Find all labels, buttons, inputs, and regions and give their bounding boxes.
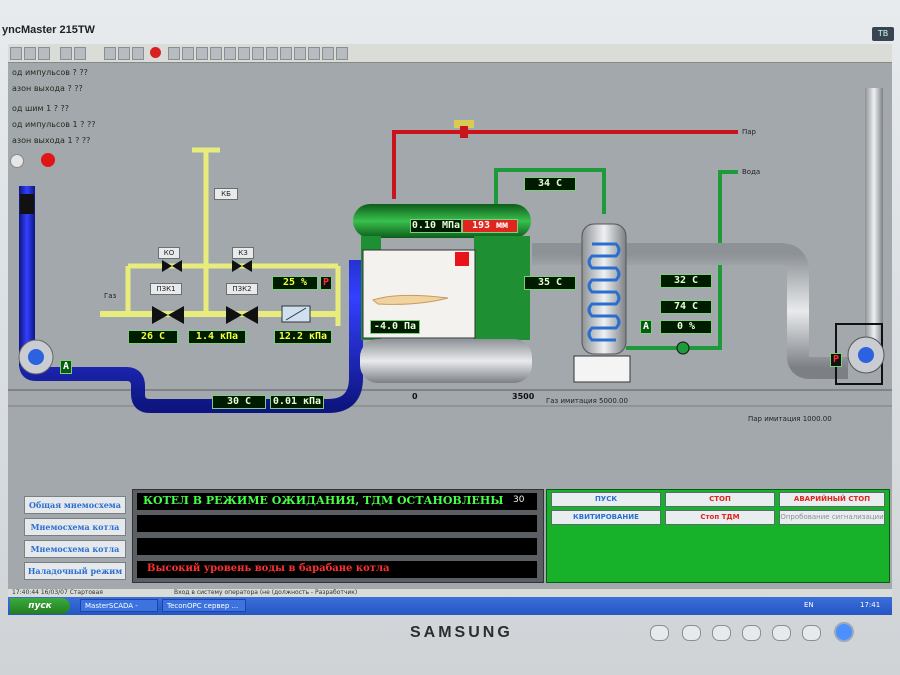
pump-mode-indicator[interactable]: А [60,360,72,374]
gas-simulation-label: Газ имитация 5000.00 [546,397,628,405]
message-alarm: Высокий уровень воды в барабане котла [147,563,390,574]
taskbar: пуск MasterSCADA - [Мне... TeconOPC серв… [8,597,892,615]
smoke-exhauster-rotor [858,347,874,363]
task-teconopc[interactable]: TeconOPC сервер ... [162,599,246,612]
furnace-alarm-indicator [455,252,469,266]
water-temp-value: 30 C [212,395,266,409]
monitor-badge: TB [872,27,894,41]
language-indicator[interactable]: EN [804,601,814,609]
water-valve-mode[interactable]: А [640,320,652,334]
nav-boiler2-button[interactable]: Мнемосхема котла №2 [24,518,126,548]
ko-valve [162,260,172,272]
start-button[interactable]: ПУСК [551,492,661,507]
nav-boiler3-button[interactable]: Мнемосхема котла №3 [24,540,126,570]
kz-tag: КЗ [232,247,254,259]
pzk2-tag: ПЗК2 [226,283,258,295]
message-code: 30 [513,495,525,505]
left-pump-rotor [28,349,44,365]
kz-valve [242,260,252,272]
economizer-base [573,355,631,383]
kb-tag: КБ [214,188,238,200]
ko-tag: КО [158,247,180,259]
message-line [137,538,537,555]
monitor-button[interactable] [772,625,791,641]
steam-simulation-label: Пар имитация 1000.00 [748,415,832,423]
pzk2-valve [242,306,258,324]
furnace-pressure-value: -4.0 Па [370,320,420,334]
nav-setup-mode-button[interactable]: Наладочный режим [24,562,126,580]
test-signalling-button[interactable]: Опробование сигнализации [779,510,885,525]
water-pressure-value: 0.01 кПа [270,395,324,409]
monitor-button[interactable] [742,625,761,641]
message-panel: КОТЕЛ В РЕЖИМЕ ОЖИДАНИЯ, ТДМ ОСТАНОВЛЕНЫ… [132,489,544,583]
monitor-brand-label: yncMaster 215TW [2,24,95,36]
chimney [865,88,883,348]
acknowledge-button[interactable]: КВИТИРОВАНИЕ [551,510,661,525]
emergency-stop-button[interactable]: АВАРИЙНЫЙ СТОП [779,492,885,507]
gas-temp-value: 26 C [128,330,178,344]
steam-valve [460,126,468,138]
kz-valve [232,260,242,272]
monitor-button[interactable] [712,625,731,641]
valve-mode-indicator[interactable]: Р [320,276,332,290]
boiler-tubes [474,236,530,340]
power-button-icon[interactable] [834,622,854,642]
start-button-os[interactable]: пуск [10,598,70,614]
control-panel: ПУСК СТОП АВАРИЙНЫЙ СТОП КВИТИРОВАНИЕ Ст… [546,489,890,583]
ko-valve [172,260,182,272]
monitor-button[interactable] [650,625,669,641]
pzk2-valve [226,306,242,324]
screen: од импульсов ? ?? азон выхода ? ?? од ши… [8,44,892,615]
water-label: Вода [742,168,761,176]
scale-zero: 0 [412,392,418,401]
drum-pressure-value: 0.10 МПа [410,219,462,233]
monitor-manufacturer-logo: SAMSUNG [410,624,513,641]
message-line: Высокий уровень воды в барабане котла [137,561,537,578]
economizer-temp-value: 34 C [524,177,576,191]
boiler-lower-drum [360,339,532,383]
pzk1-tag: ПЗК1 [150,283,182,295]
water-valve [676,341,690,355]
drum-level-value: 193 мм [462,219,518,233]
message-line [137,515,537,532]
gas-label: Газ [104,292,117,300]
water-temp-in-value: 74 C [660,300,712,314]
pzk1-valve [168,306,184,324]
monitor-button[interactable] [682,625,701,641]
status-center: Вход в систему оператора (не (должность … [174,589,358,596]
blue-pipe-marker [20,194,34,214]
flue-temp-value: 35 C [524,276,576,290]
gas-pressure2-value: 12.2 кПа [274,330,332,344]
exhauster-mode-indicator[interactable]: Р [830,353,842,367]
water-temp-out-value: 32 C [660,274,712,288]
pzk1-valve [152,306,168,324]
nav-overview-button[interactable]: Общая мнемосхема [24,496,126,514]
task-masterscada[interactable]: MasterSCADA - [Мне... [80,599,158,612]
gas-pressure-value: 1.4 кПа [188,330,246,344]
monitor-button[interactable] [802,625,821,641]
message-status: КОТЕЛ В РЕЖИМЕ ОЖИДАНИЯ, ТДМ ОСТАНОВЛЕНЫ [143,494,504,507]
steam-label: Пар [742,128,756,136]
message-line: КОТЕЛ В РЕЖИМЕ ОЖИДАНИЯ, ТДМ ОСТАНОВЛЕНЫ… [137,493,537,510]
stop-button[interactable]: СТОП [665,492,775,507]
status-left: 17:40:44 16/03/07 Стартовая [12,589,103,596]
water-valve-position: 0 % [660,320,712,334]
stop-tdm-button[interactable]: Стоп ТДМ [665,510,775,525]
blue-water-pipe [19,189,363,413]
clock: 17:41 [860,601,881,609]
valve-position-value: 25 % [272,276,318,290]
scale-mid: 3500 [512,392,535,401]
